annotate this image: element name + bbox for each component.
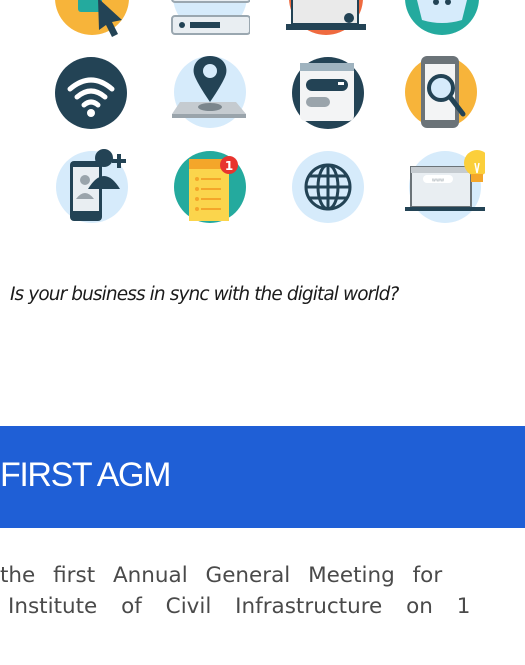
gamepad-icon bbox=[402, 0, 482, 38]
map-pin-icon bbox=[170, 52, 250, 132]
agm-banner: FIRST AGM bbox=[0, 426, 525, 528]
notification-badge: 1 bbox=[225, 159, 233, 173]
agm-body-line: Institute of Civil Infrastructure on 1 bbox=[8, 594, 471, 619]
icon-grid: 1 www bbox=[0, 0, 525, 240]
globe-icon bbox=[288, 147, 368, 227]
url-label: www bbox=[432, 178, 444, 184]
add-user-icon bbox=[52, 147, 132, 227]
cursor-click-icon bbox=[52, 0, 132, 38]
mobile-search-icon bbox=[401, 52, 481, 132]
notes-notification-icon: 1 bbox=[170, 147, 250, 227]
chat-window-icon bbox=[288, 53, 368, 133]
wifi-icon bbox=[51, 53, 131, 133]
laptop-icon bbox=[286, 0, 366, 38]
server-icon bbox=[170, 0, 250, 36]
agm-body-text: the first Annual General Meeting for Ins… bbox=[0, 560, 525, 622]
agm-title: FIRST AGM bbox=[0, 456, 171, 494]
laptop-idea-icon: www bbox=[405, 145, 485, 225]
tagline-text: Is your business in sync with the digita… bbox=[10, 284, 399, 305]
agm-body-line: the first Annual General Meeting for bbox=[0, 563, 443, 588]
